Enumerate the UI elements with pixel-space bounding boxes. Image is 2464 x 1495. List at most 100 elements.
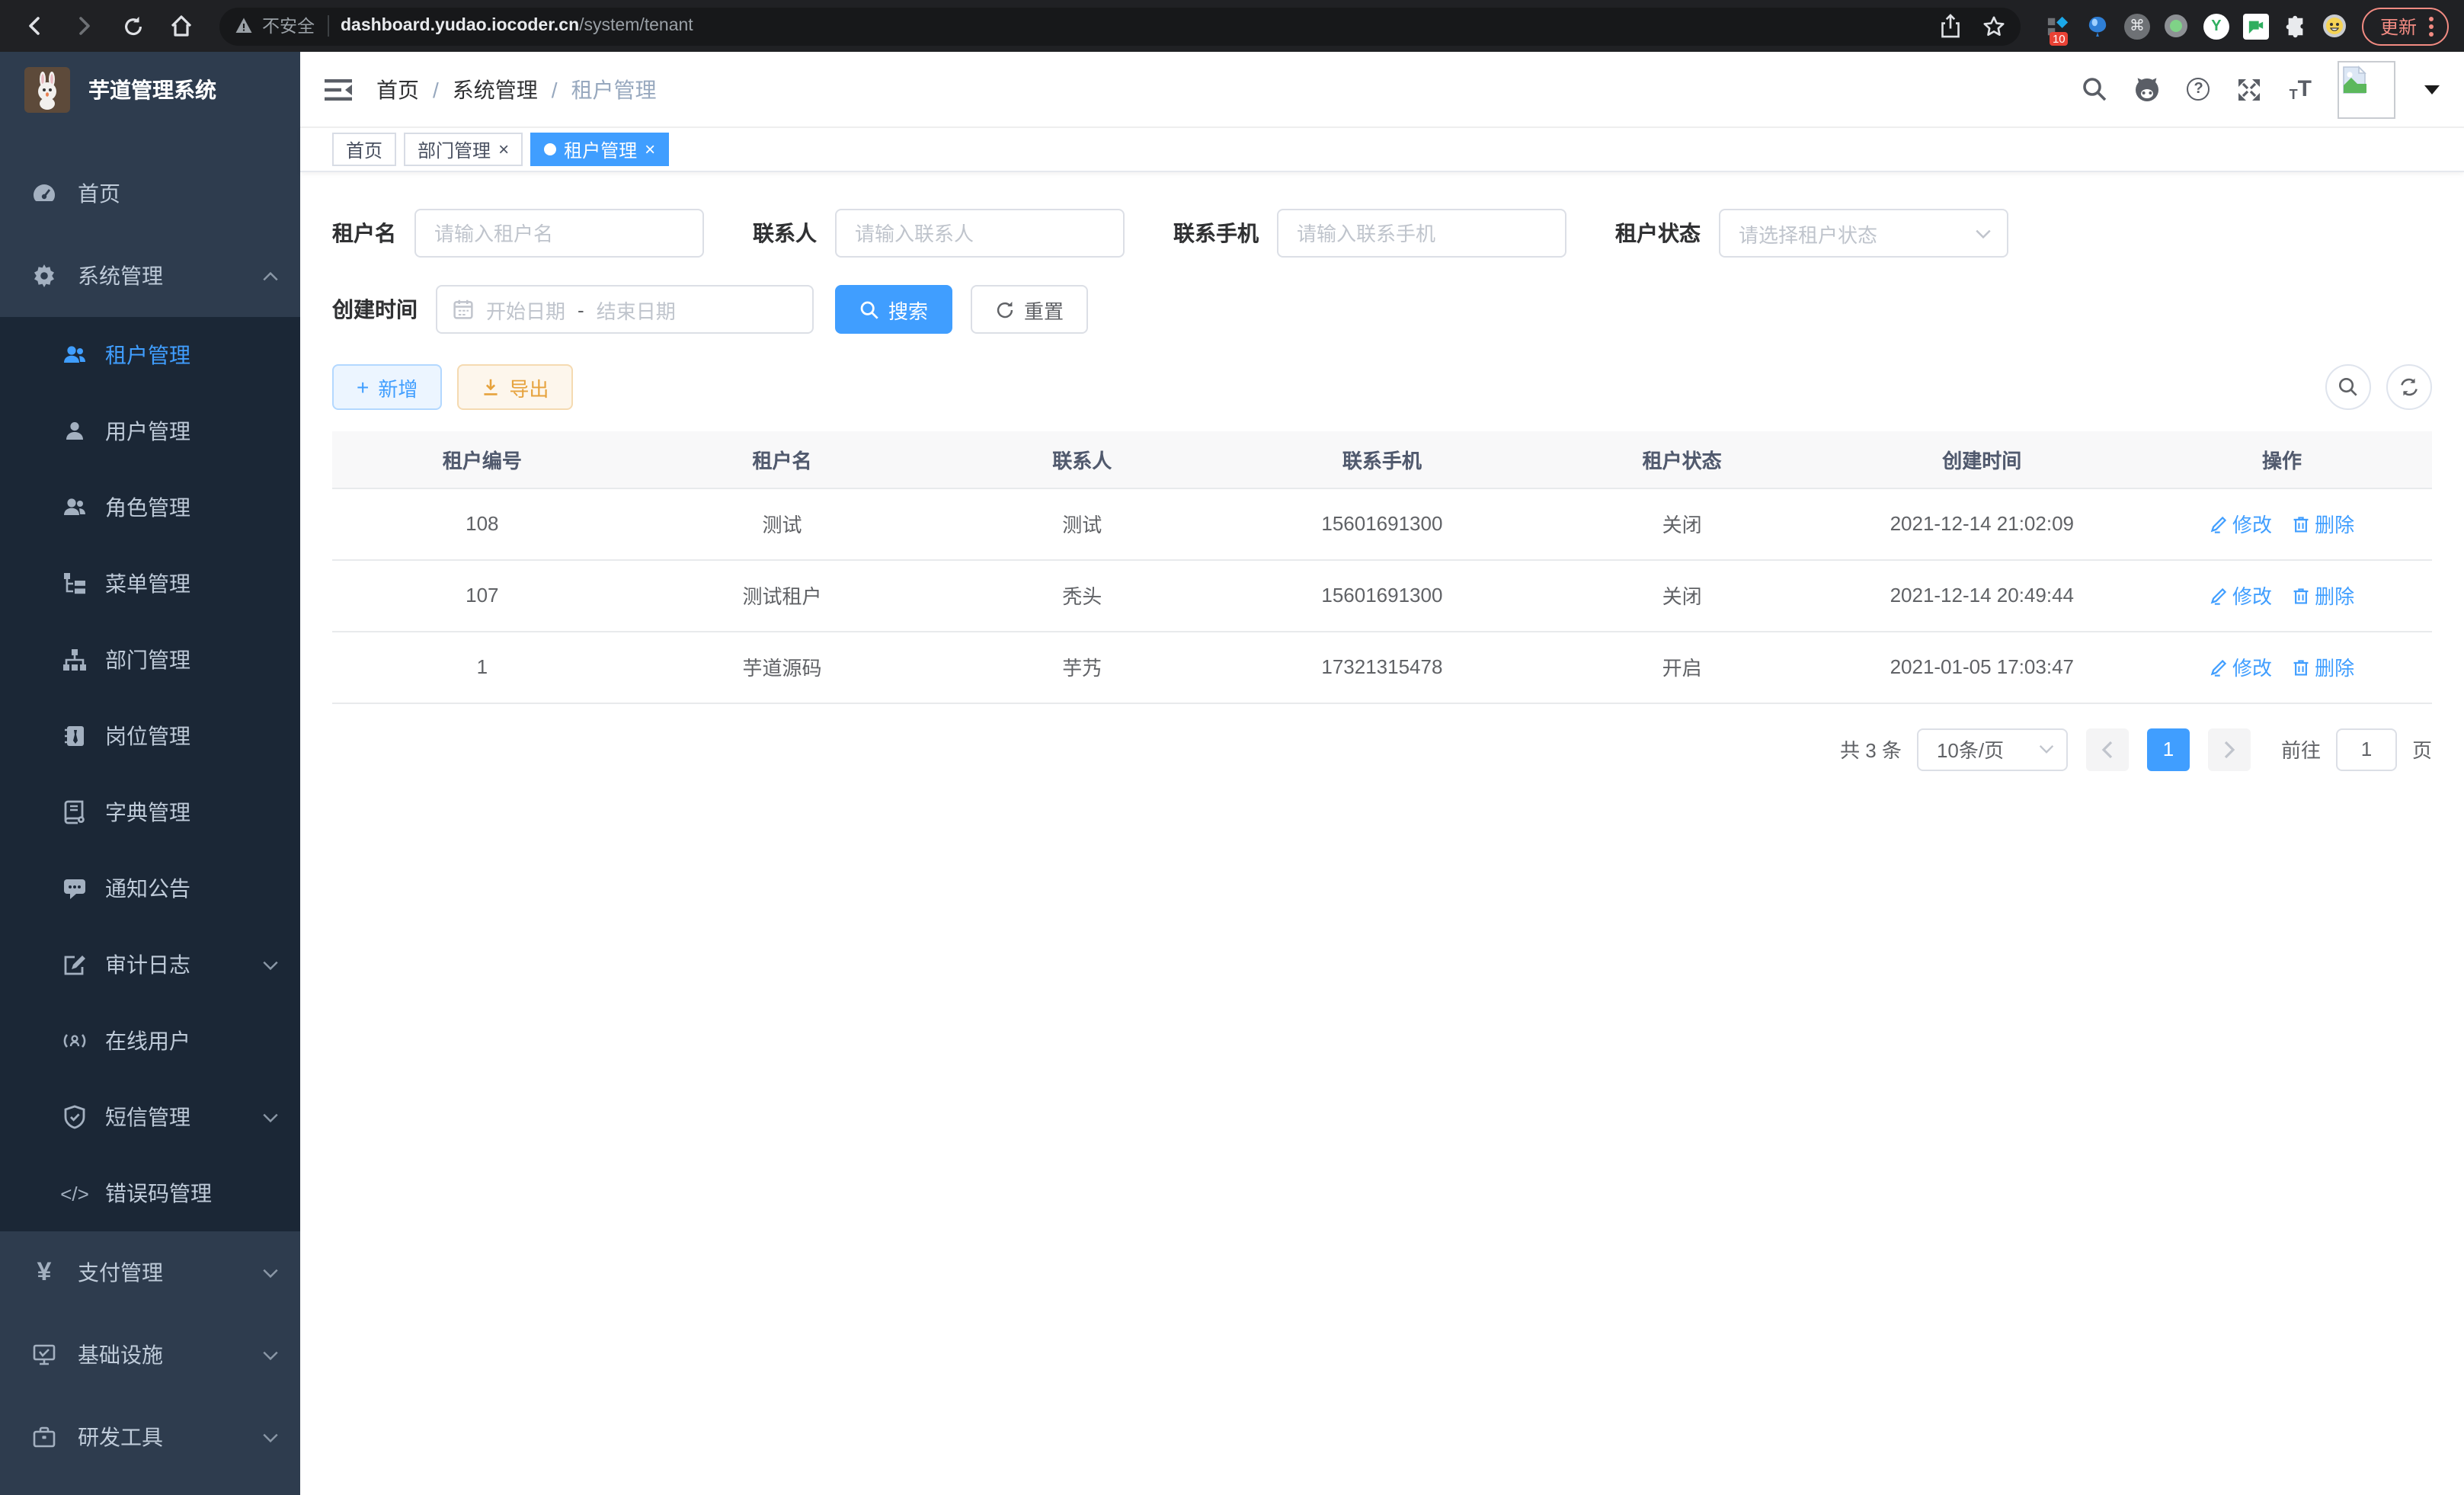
col-created: 创建时间 (1832, 431, 2132, 488)
browser-home-icon[interactable] (162, 6, 201, 46)
phone-label: 联系手机 (1173, 218, 1259, 248)
extension-balloon-icon[interactable] (2085, 13, 2110, 39)
browser-back-icon[interactable] (15, 6, 55, 46)
export-button[interactable]: 导出 (457, 364, 573, 410)
contact-input[interactable] (835, 209, 1125, 258)
tag-tenant[interactable]: 租户管理 × (530, 133, 669, 166)
sidebar-item-notice[interactable]: 通知公告 (0, 850, 300, 927)
extension-record-icon[interactable] (2164, 13, 2190, 39)
security-warning-icon (235, 17, 253, 35)
briefcase-icon (32, 1425, 56, 1449)
delete-button[interactable]: 删除 (2292, 652, 2354, 681)
tag-home[interactable]: 首页 (332, 133, 396, 166)
sidebar-item-online-users[interactable]: 在线用户 (0, 1003, 300, 1079)
table-toolbar: + 新增 导出 (332, 364, 2432, 410)
prev-page-button[interactable] (2086, 728, 2129, 770)
extension-tiles-icon[interactable]: 10 (2045, 13, 2071, 39)
close-icon[interactable]: × (498, 140, 509, 158)
sidebar-item-roles[interactable]: 角色管理 (0, 469, 300, 546)
avatar-caret-icon[interactable] (2424, 85, 2440, 94)
chevron-down-icon (2039, 744, 2054, 754)
app-logo-row[interactable]: 芋道管理系统 (0, 52, 300, 128)
extension-chat-icon[interactable] (2243, 13, 2269, 39)
profile-avatar-icon[interactable] (2322, 13, 2348, 39)
filter-row-2: 创建时间 开始日期 - 结束日期 搜索 重置 (332, 285, 2432, 334)
delete-button[interactable]: 删除 (2292, 581, 2354, 610)
show-search-toggle-button[interactable] (2325, 364, 2371, 410)
sidebar-item-users[interactable]: 用户管理 (0, 393, 300, 469)
sidebar-item-audit-log[interactable]: 审计日志 (0, 927, 300, 1003)
sidebar-item-pay[interactable]: ¥ 支付管理 (0, 1231, 300, 1314)
next-page-button[interactable] (2208, 728, 2251, 770)
phone-input[interactable] (1277, 209, 1566, 258)
sidebar-item-tenant[interactable]: 租户管理 (0, 317, 300, 393)
search-icon[interactable] (2081, 75, 2108, 103)
extension-badge: 10 (2050, 31, 2069, 45)
sidebar-fold-icon[interactable] (325, 77, 352, 101)
browser-reload-icon[interactable] (113, 6, 152, 46)
tag-dept[interactable]: 部门管理 × (404, 133, 523, 166)
sidebar-item-dict[interactable]: 字典管理 (0, 774, 300, 850)
pen-icon (2210, 586, 2228, 604)
end-date-placeholder: 结束日期 (597, 295, 676, 324)
extension-cmd-icon[interactable]: ⌘ (2124, 13, 2150, 39)
sidebar-item-menus[interactable]: 菜单管理 (0, 546, 300, 622)
sidebar-item-errcode[interactable]: </> 错误码管理 (0, 1155, 300, 1231)
sidebar-item-infra[interactable]: 基础设施 (0, 1314, 300, 1396)
sidebar-item-depts[interactable]: 部门管理 (0, 622, 300, 698)
current-page-button[interactable]: 1 (2147, 728, 2190, 770)
security-label: 不安全 (262, 14, 315, 38)
refresh-table-button[interactable] (2386, 364, 2432, 410)
font-size-icon[interactable]: TT (2290, 76, 2312, 102)
edit-button[interactable]: 修改 (2210, 581, 2272, 610)
breadcrumb-home[interactable]: 首页 (376, 74, 419, 104)
browser-menu-icon[interactable] (2429, 16, 2434, 36)
help-icon[interactable]: ? (2187, 78, 2210, 101)
sidebar-item-devtools[interactable]: 研发工具 (0, 1396, 300, 1478)
browser-forward-icon[interactable] (64, 6, 104, 46)
breadcrumb-system[interactable]: 系统管理 (453, 74, 538, 104)
sidebar-item-sms[interactable]: 短信管理 (0, 1079, 300, 1155)
avatar[interactable] (2338, 60, 2395, 118)
chrome-update-button[interactable]: 更新 (2362, 7, 2449, 45)
trash-icon (2292, 658, 2310, 676)
extension-y-icon[interactable]: Y (2203, 13, 2229, 39)
extensions-puzzle-icon[interactable] (2283, 13, 2309, 39)
reset-button[interactable]: 重置 (971, 285, 1088, 334)
close-icon[interactable]: × (645, 140, 655, 158)
bookmark-star-icon[interactable] (1982, 14, 2005, 37)
dictionary-icon (62, 800, 87, 824)
share-icon[interactable] (1940, 14, 1961, 38)
refresh-icon (995, 299, 1015, 319)
range-separator: - (578, 298, 584, 321)
url-domain: dashboard.yudao.iocoder.cn (341, 17, 579, 35)
status-select[interactable]: 请选择租户状态 (1719, 209, 2008, 258)
app-title: 芋道管理系统 (88, 75, 216, 105)
chevron-down-icon (262, 959, 279, 970)
col-phone: 联系手机 (1232, 431, 1532, 488)
edit-button[interactable]: 修改 (2210, 652, 2272, 681)
add-button[interactable]: + 新增 (332, 364, 442, 410)
delete-button[interactable]: 删除 (2292, 509, 2354, 538)
sidebar-menu: 首页 系统管理 租户管理 (0, 128, 300, 1478)
github-icon[interactable] (2134, 75, 2162, 103)
page-content: 租户名 联系人 联系手机 租户状态 请选择租户状态 (300, 172, 2464, 1495)
search-button[interactable]: 搜索 (835, 285, 952, 334)
date-range-picker[interactable]: 开始日期 - 结束日期 (436, 285, 814, 334)
sidebar-item-home[interactable]: 首页 (0, 152, 300, 235)
goto-page-input[interactable] (2336, 728, 2397, 770)
monitor-icon (32, 1343, 56, 1367)
edit-button[interactable]: 修改 (2210, 509, 2272, 538)
sidebar: 芋道管理系统 首页 系统管理 (0, 52, 300, 1495)
fullscreen-icon[interactable] (2236, 75, 2264, 103)
pen-icon (2210, 514, 2228, 533)
page-size-select[interactable]: 10条/页 (1917, 728, 2068, 770)
sidebar-item-system[interactable]: 系统管理 (0, 235, 300, 317)
search-icon (859, 299, 879, 319)
tenant-name-input[interactable] (414, 209, 704, 258)
sidebar-item-posts[interactable]: 岗位管理 (0, 698, 300, 774)
address-bar[interactable]: 不安全 dashboard.yudao.iocoder.cn/system/te… (219, 7, 2021, 45)
filter-row-1: 租户名 联系人 联系手机 租户状态 请选择租户状态 (332, 209, 2432, 258)
url-path: /system/tenant (579, 17, 693, 35)
breadcrumb: 首页 / 系统管理 / 租户管理 (376, 74, 657, 104)
